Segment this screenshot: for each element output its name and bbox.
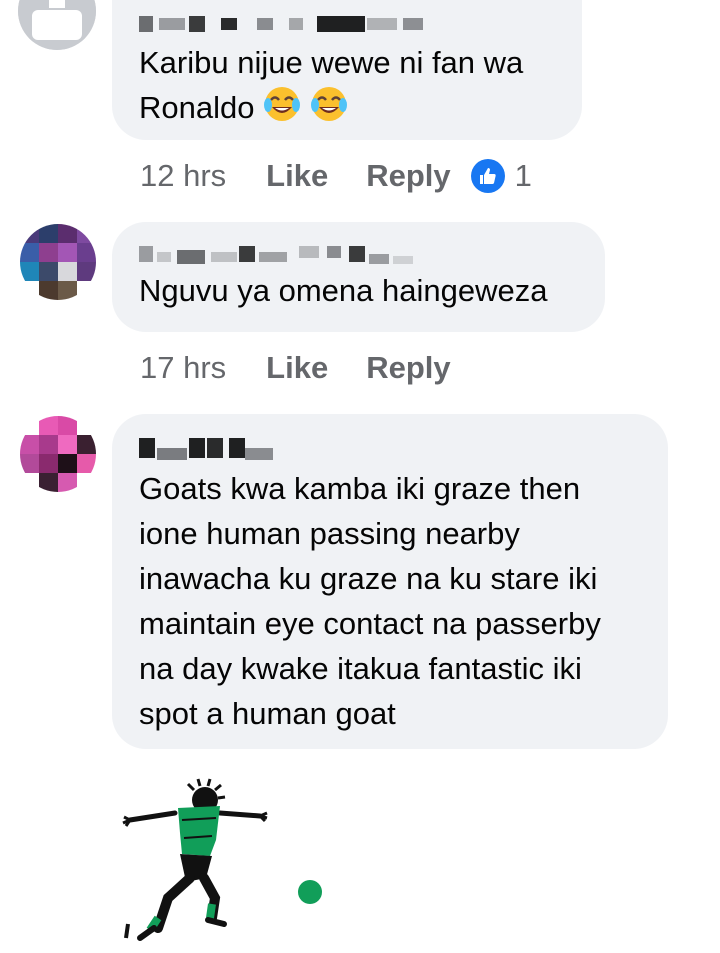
reply-button[interactable]: Reply	[366, 158, 450, 194]
like-reaction-icon[interactable]	[470, 159, 505, 193]
comment-text-line: ione human passing nearby	[139, 516, 520, 551]
like-button[interactable]: Like	[266, 350, 328, 386]
timestamp[interactable]: 17 hrs	[140, 350, 226, 386]
football-ball-icon	[298, 880, 322, 904]
like-button[interactable]: Like	[266, 158, 328, 194]
comment-actions: 12 hrs Like Reply 1	[140, 156, 532, 196]
face-with-tears-of-joy-icon	[263, 85, 301, 135]
comment-text-line: Ronaldo	[139, 90, 255, 126]
avatar[interactable]	[20, 416, 96, 492]
author-name-blurred[interactable]	[139, 242, 605, 264]
comment-text: Nguvu ya omena haingeweza	[139, 273, 548, 308]
comment-text-line: na day kwake itakua fantastic iki	[139, 651, 582, 686]
pixelated-avatar-image	[20, 416, 96, 492]
comment-bubble: Goats kwa kamba iki graze then ione huma…	[112, 414, 668, 749]
timestamp[interactable]: 12 hrs	[140, 158, 226, 194]
author-name-blurred[interactable]	[139, 12, 582, 32]
avatar[interactable]	[18, 0, 96, 50]
comment-bubble: Karibu nijue wewe ni fan wa Ronaldo	[112, 0, 582, 140]
face-with-tears-of-joy-icon	[310, 85, 348, 135]
comment-actions: 17 hrs Like Reply	[140, 348, 451, 388]
pixelated-avatar-image	[20, 224, 96, 300]
comment-bubble: Nguvu ya omena haingeweza	[112, 222, 605, 332]
author-name-blurred[interactable]	[139, 436, 668, 460]
comment-text-line: Goats kwa kamba iki graze then	[139, 471, 581, 506]
default-avatar-icon	[18, 0, 96, 50]
reaction-count[interactable]: 1	[515, 158, 532, 194]
avatar[interactable]	[20, 224, 96, 300]
comment-text-line: spot a human goat	[139, 696, 396, 731]
comment-text-line: maintain eye contact na passerby	[139, 606, 601, 641]
comment-text-line: inawacha ku graze na ku stare iki	[139, 561, 598, 596]
footballer-logo	[120, 778, 340, 948]
reply-button[interactable]: Reply	[366, 350, 450, 386]
comment-text: Goats kwa kamba iki graze then ione huma…	[139, 466, 668, 736]
comment-text: Karibu nijue wewe ni fan wa Ronaldo	[139, 40, 582, 135]
